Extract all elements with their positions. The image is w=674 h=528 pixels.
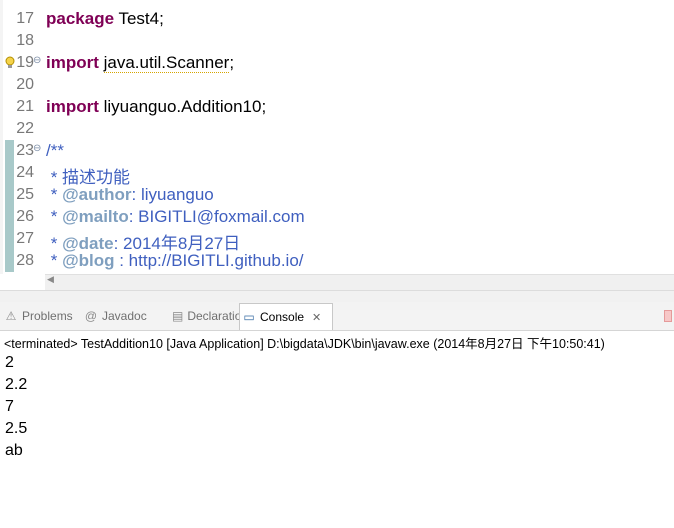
view-tab-bar: ⚠ Problems @ Javadoc ▤ Declaration ▭ Console ✕ xyxy=(0,302,674,331)
line-number: 22 xyxy=(16,120,34,137)
code-text: import java.util.Scanner; xyxy=(46,53,235,73)
tab-console[interactable]: ▭ Console ✕ xyxy=(239,303,333,330)
problems-icon: ⚠ xyxy=(5,309,17,323)
line-number: 23 xyxy=(16,142,34,159)
code-line[interactable]: 27 * @date: 2014年8月27日 xyxy=(0,228,674,253)
console-icon: ▭ xyxy=(243,310,255,324)
console-process-title: <terminated> TestAddition10 [Java Applic… xyxy=(4,337,605,351)
minimize-icon[interactable] xyxy=(664,310,672,322)
code-editor[interactable]: 17 package Test4; 18 19 ⊖ import java.util.Sc… xyxy=(0,0,674,292)
line-number: 26 xyxy=(16,208,34,225)
code-line[interactable]: 25 * @author: liyuanguo xyxy=(0,184,674,206)
code-line[interactable]: 21 import liyuanguo.Addition10; xyxy=(0,96,674,118)
console-output-line: ab xyxy=(5,442,23,459)
line-number: 24 xyxy=(16,164,34,181)
fold-collapse-icon[interactable]: ⊖ xyxy=(33,56,43,66)
code-text: /** xyxy=(46,141,64,160)
console-output-line: 2 xyxy=(5,354,14,371)
code-text: * @mailto: BIGITLI@foxmail.com xyxy=(46,207,305,226)
tab-problems[interactable]: ⚠ Problems xyxy=(2,303,76,329)
console-output-line: 7 xyxy=(5,398,14,415)
scroll-left-icon[interactable]: ◀ xyxy=(47,275,54,285)
tab-declaration[interactable]: ▤ Declaration xyxy=(170,303,248,329)
line-number: 28 xyxy=(16,252,34,269)
tab-label: Problems xyxy=(22,309,73,323)
line-number: 20 xyxy=(16,76,34,93)
code-line[interactable]: 22 xyxy=(0,118,674,140)
close-icon[interactable]: ✕ xyxy=(312,311,321,324)
code-line[interactable]: 28 * @blog : http://BIGITLI.github.io/ xyxy=(0,250,674,272)
line-number: 18 xyxy=(16,32,34,49)
code-text: * @author: liyuanguo xyxy=(46,185,214,204)
code-text: * @blog : http://BIGITLI.github.io/ xyxy=(46,251,304,270)
code-line[interactable]: 17 package Test4; xyxy=(0,8,674,30)
line-number: 19 xyxy=(16,54,34,71)
declaration-icon: ▤ xyxy=(172,309,184,323)
code-line[interactable]: 18 xyxy=(0,30,674,52)
code-text: package Test4; xyxy=(46,9,164,28)
code-line[interactable]: 23 ⊖/** xyxy=(0,140,674,162)
line-number: 27 xyxy=(16,230,34,247)
line-number: 17 xyxy=(16,10,34,27)
tab-javadoc[interactable]: @ Javadoc xyxy=(82,303,148,329)
tab-label: Javadoc xyxy=(102,309,147,323)
fold-collapse-icon[interactable]: ⊖ xyxy=(33,144,43,154)
console-view[interactable]: <terminated> TestAddition10 [Java Applic… xyxy=(0,331,674,528)
code-line[interactable]: 24 * 描述功能 xyxy=(0,162,674,187)
code-line[interactable]: 19 ⊖ import java.util.Scanner; xyxy=(0,52,674,74)
editor-horizontal-scrollbar[interactable]: ◀ xyxy=(45,274,674,290)
tab-label: Console xyxy=(260,310,305,324)
line-number: 21 xyxy=(16,98,34,115)
code-line[interactable]: 26 * @mailto: BIGITLI@foxmail.com xyxy=(0,206,674,228)
code-line[interactable]: 20 xyxy=(0,74,674,96)
console-output-line: 2.2 xyxy=(5,376,28,393)
code-text: import liyuanguo.Addition10; xyxy=(46,97,267,116)
javadoc-icon: @ xyxy=(84,309,98,323)
console-output-line: 2.5 xyxy=(5,420,28,437)
line-number: 25 xyxy=(16,186,34,203)
